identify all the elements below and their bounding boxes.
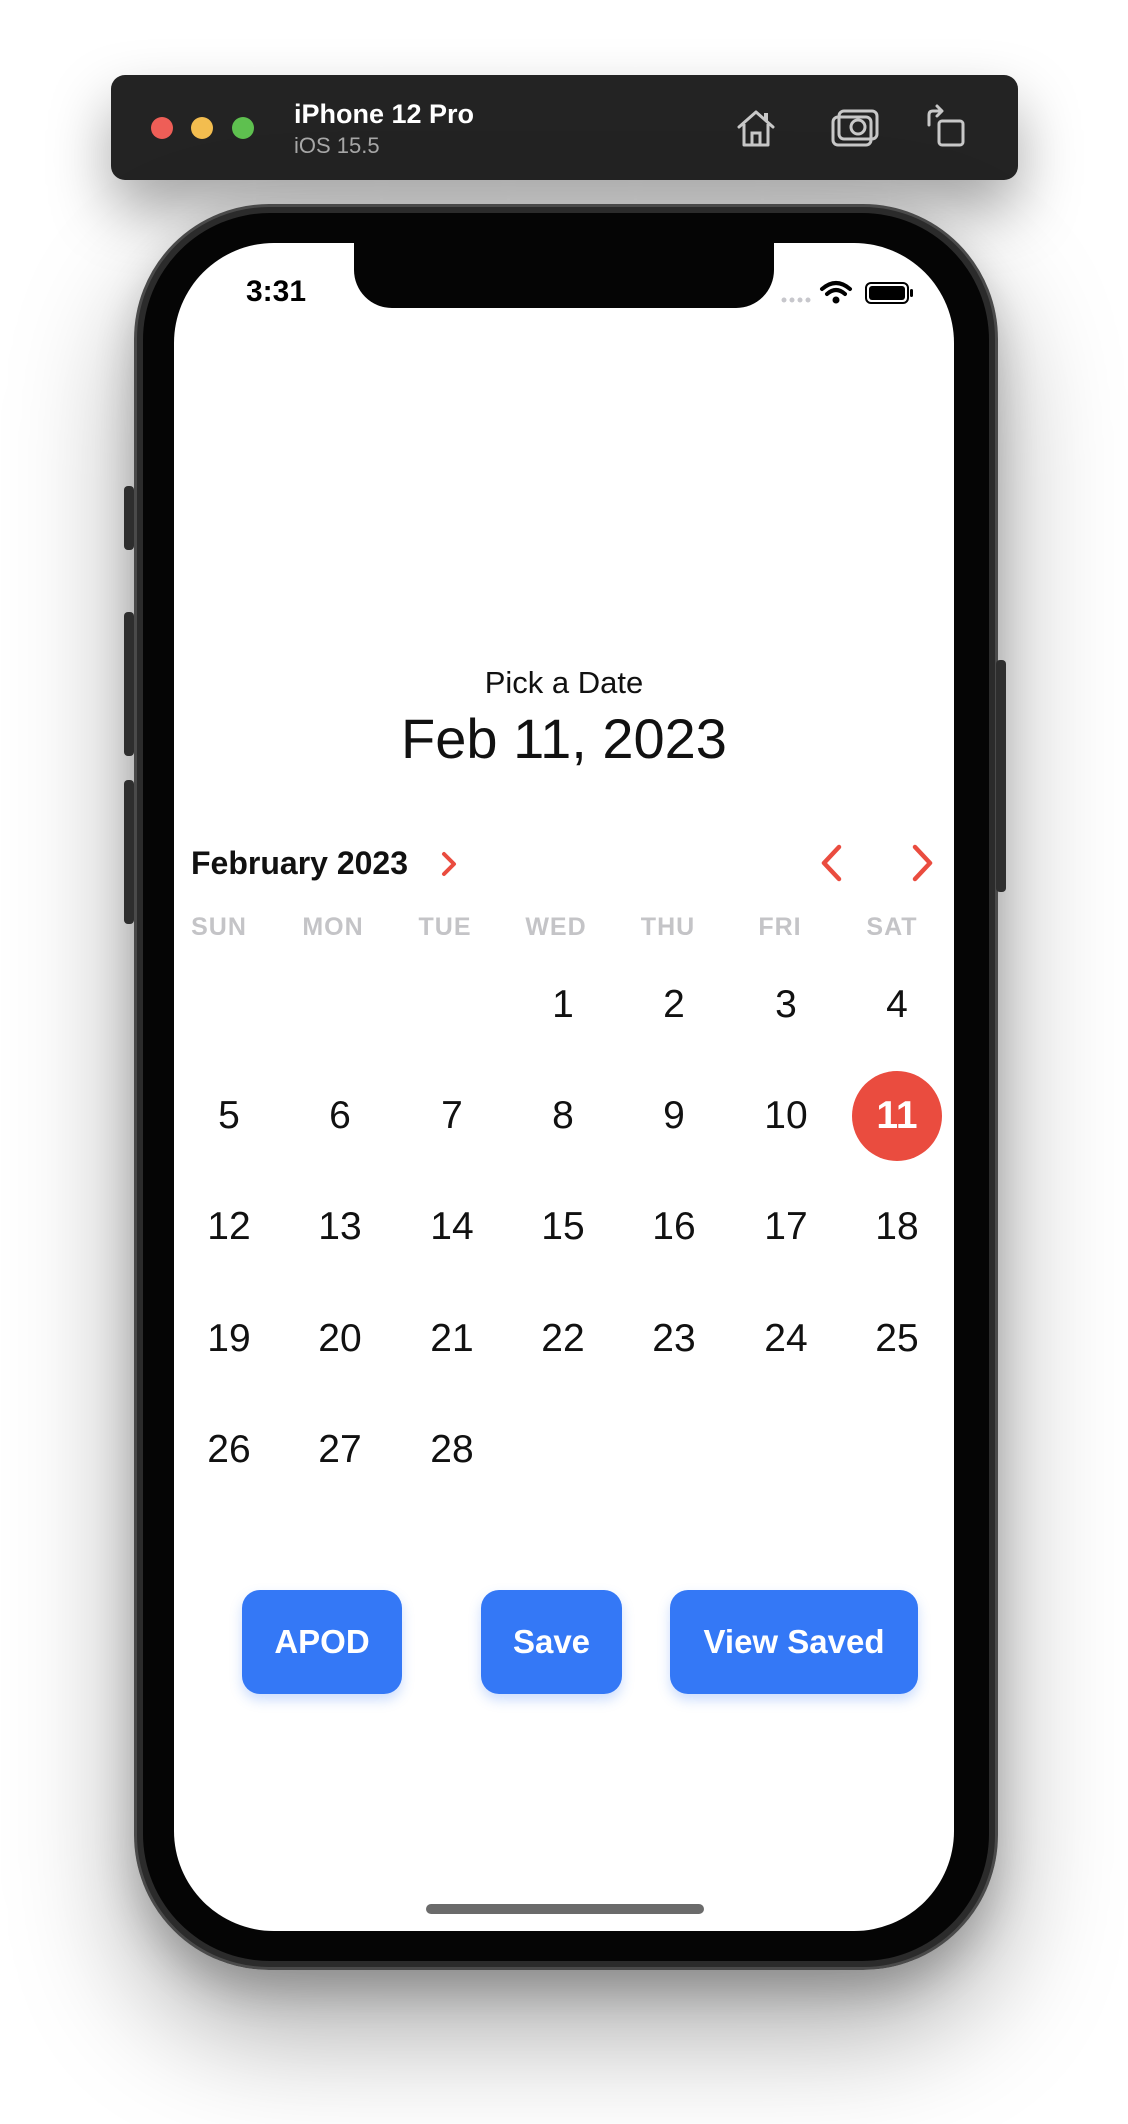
calendar-day[interactable]: 4 [852, 960, 942, 1050]
calendar-day[interactable]: 18 [852, 1182, 942, 1272]
calendar-day[interactable]: 13 [295, 1182, 385, 1272]
calendar-day[interactable]: 5 [184, 1071, 274, 1161]
calendar-day[interactable]: 27 [295, 1405, 385, 1495]
calendar-day[interactable]: 17 [741, 1182, 831, 1272]
weekday-label: TUE [418, 913, 472, 941]
calendar-day[interactable]: 12 [184, 1182, 274, 1272]
calendar-day[interactable]: 15 [518, 1182, 608, 1272]
month-year-label[interactable]: February 2023 [191, 845, 408, 882]
weekday-label: MON [302, 913, 364, 941]
calendar-day[interactable]: 9 [629, 1071, 719, 1161]
weekday-label: WED [525, 913, 587, 941]
device-screen: 3:31 Pick a Date Feb 11, 2023 February 2… [174, 243, 954, 1931]
calendar-day[interactable]: 20 [295, 1294, 385, 1384]
chevron-right-icon[interactable] [436, 848, 462, 880]
calendar-day[interactable]: 25 [852, 1294, 942, 1384]
calendar-day-selected[interactable]: 11 [852, 1071, 942, 1161]
zoom-window-button[interactable] [232, 117, 254, 139]
weekday-label: FRI [758, 913, 802, 941]
home-indicator [426, 1904, 704, 1914]
calendar-day[interactable]: 6 [295, 1071, 385, 1161]
weekday-label: THU [640, 913, 696, 941]
calendar-day[interactable]: 19 [184, 1294, 274, 1384]
cellular-icon [781, 297, 811, 303]
calendar-day[interactable]: 10 [741, 1071, 831, 1161]
view-saved-button[interactable]: View Saved [670, 1590, 918, 1694]
screenshot-icon[interactable] [829, 103, 879, 153]
device-name: iPhone 12 Pro [294, 99, 475, 129]
notch [354, 243, 774, 308]
calendar-day[interactable]: 23 [629, 1294, 719, 1384]
power-button [996, 660, 1006, 892]
calendar-day[interactable]: 8 [518, 1071, 608, 1161]
mute-switch [124, 486, 134, 550]
rotate-icon[interactable] [921, 103, 971, 153]
os-version: iOS 15.5 [294, 133, 380, 158]
calendar-day[interactable]: 21 [407, 1294, 497, 1384]
calendar-day[interactable]: 3 [741, 960, 831, 1050]
selected-date-value: Feb 11, 2023 [401, 707, 727, 770]
volume-up-button [124, 612, 134, 756]
apod-button[interactable]: APOD [242, 1590, 402, 1694]
status-time: 3:31 [246, 275, 307, 308]
calendar-day[interactable]: 26 [184, 1405, 274, 1495]
home-icon[interactable] [731, 103, 781, 153]
close-window-button[interactable] [151, 117, 173, 139]
status-icons [781, 281, 913, 304]
minimize-window-button[interactable] [191, 117, 213, 139]
calendar-day[interactable]: 24 [741, 1294, 831, 1384]
previous-month-button[interactable] [812, 842, 852, 884]
calendar-day[interactable]: 2 [629, 960, 719, 1050]
calendar-day[interactable]: 22 [518, 1294, 608, 1384]
weekday-header-row: SUN MON TUE WED THU FRI SAT [174, 913, 954, 945]
calendar-day[interactable]: 28 [407, 1405, 497, 1495]
weekday-label: SUN [191, 913, 247, 941]
calendar-day[interactable]: 14 [407, 1182, 497, 1272]
calendar-day[interactable]: 16 [629, 1182, 719, 1272]
calendar-day[interactable]: 7 [407, 1071, 497, 1161]
save-button[interactable]: Save [481, 1590, 622, 1694]
volume-down-button [124, 780, 134, 924]
battery-icon [865, 282, 913, 304]
pick-date-label: Pick a Date [484, 665, 644, 700]
next-month-button[interactable] [902, 842, 942, 884]
simulator-toolbar: iPhone 12 Pro iOS 15.5 [111, 75, 1018, 180]
weekday-label: SAT [866, 913, 918, 941]
wifi-icon [820, 281, 852, 304]
calendar-day[interactable]: 1 [518, 960, 608, 1050]
